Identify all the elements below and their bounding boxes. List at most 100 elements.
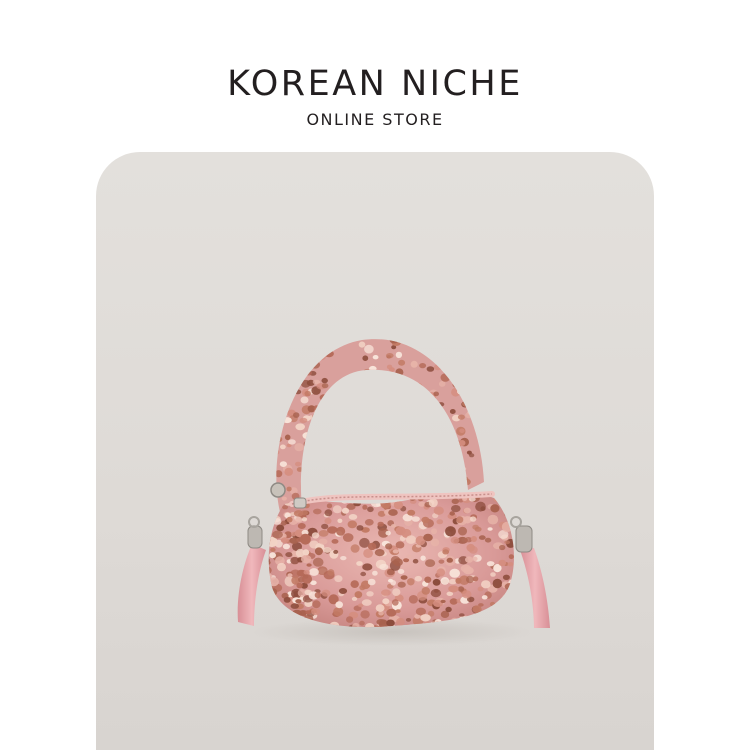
- sequin: [472, 382, 480, 389]
- sequin: [392, 430, 400, 437]
- sequin: [301, 517, 308, 522]
- sequin: [263, 341, 270, 346]
- sequin: [397, 581, 406, 588]
- sequin: [336, 526, 346, 536]
- sequin: [322, 341, 328, 345]
- sequin: [472, 576, 479, 582]
- sequin: [428, 498, 438, 508]
- sequin: [295, 516, 303, 524]
- sequin: [395, 351, 403, 359]
- sequin: [276, 356, 285, 365]
- sequin: [507, 562, 514, 567]
- sequin: [308, 493, 314, 495]
- sequin: [281, 496, 287, 501]
- sequin: [332, 449, 339, 454]
- sequin: [476, 614, 484, 622]
- sequin: [410, 410, 417, 417]
- sequin: [306, 353, 315, 362]
- sequin: [268, 532, 271, 540]
- sequin: [280, 537, 289, 544]
- sequin: [386, 371, 393, 377]
- sequin: [410, 360, 418, 368]
- left-rivet: [270, 482, 286, 498]
- sequin: [311, 359, 317, 364]
- sequin: [301, 574, 313, 584]
- sequin: [296, 467, 303, 472]
- sequin: [463, 507, 471, 514]
- sequin: [335, 480, 341, 486]
- sequin: [446, 557, 453, 563]
- sequin: [276, 470, 283, 478]
- sequin: [304, 484, 313, 491]
- sequin: [449, 339, 460, 344]
- sequin: [309, 457, 317, 464]
- sequin: [366, 469, 375, 477]
- sequin: [281, 331, 288, 336]
- sequin: [264, 504, 270, 508]
- sequin: [469, 368, 479, 375]
- sequin: [424, 421, 431, 426]
- sequin: [383, 394, 392, 399]
- sequin: [324, 517, 332, 525]
- sequin: [389, 339, 399, 344]
- sequin: [268, 514, 274, 522]
- sequin: [268, 497, 274, 502]
- sequin: [314, 592, 322, 599]
- sequin: [400, 423, 410, 434]
- sequin: [448, 585, 459, 593]
- sequin: [457, 414, 465, 420]
- sequin: [459, 613, 465, 617]
- sequin: [266, 475, 276, 483]
- sequin: [462, 339, 471, 341]
- sequin: [345, 455, 354, 461]
- sequin: [279, 461, 287, 467]
- sequin: [490, 572, 496, 577]
- sequin: [272, 518, 282, 525]
- sequin: [459, 466, 467, 471]
- sequin: [355, 423, 363, 429]
- sequin: [291, 614, 301, 622]
- sequin: [308, 432, 316, 438]
- sequin: [420, 614, 431, 622]
- sequin: [345, 458, 351, 464]
- sequin: [407, 509, 416, 516]
- sequin: [376, 399, 385, 406]
- sequin: [385, 403, 396, 414]
- sequin: [440, 373, 451, 382]
- sequin: [484, 537, 492, 543]
- sequin: [395, 368, 404, 376]
- sequin: [292, 384, 300, 389]
- sequin: [310, 457, 318, 465]
- sequin: [264, 413, 271, 418]
- sequin: [358, 476, 366, 484]
- sequin: [395, 609, 401, 613]
- sequin: [269, 552, 276, 559]
- sequin: [387, 422, 394, 429]
- sequin: [309, 432, 319, 441]
- sequin: [458, 440, 466, 446]
- sequin: [500, 493, 507, 495]
- sequin: [390, 378, 399, 385]
- sequin: [415, 339, 422, 340]
- sequin: [450, 468, 456, 473]
- sequin: [457, 387, 465, 395]
- sequin: [350, 544, 360, 553]
- sequin: [288, 345, 297, 353]
- sequin: [442, 549, 450, 555]
- sequin: [431, 339, 438, 345]
- sequin: [295, 599, 302, 604]
- sequin: [415, 410, 426, 420]
- sequin: [313, 410, 320, 416]
- sequin: [454, 454, 462, 462]
- sequin: [332, 505, 342, 514]
- sequin: [276, 449, 280, 456]
- sequin: [487, 527, 493, 531]
- sequin: [367, 380, 375, 388]
- sequin: [268, 588, 278, 597]
- sequin: [362, 368, 372, 376]
- ruched-handle: [263, 331, 484, 512]
- sequin: [319, 487, 327, 493]
- sequin: [421, 422, 431, 431]
- sequin: [444, 435, 453, 441]
- sequin: [381, 391, 389, 397]
